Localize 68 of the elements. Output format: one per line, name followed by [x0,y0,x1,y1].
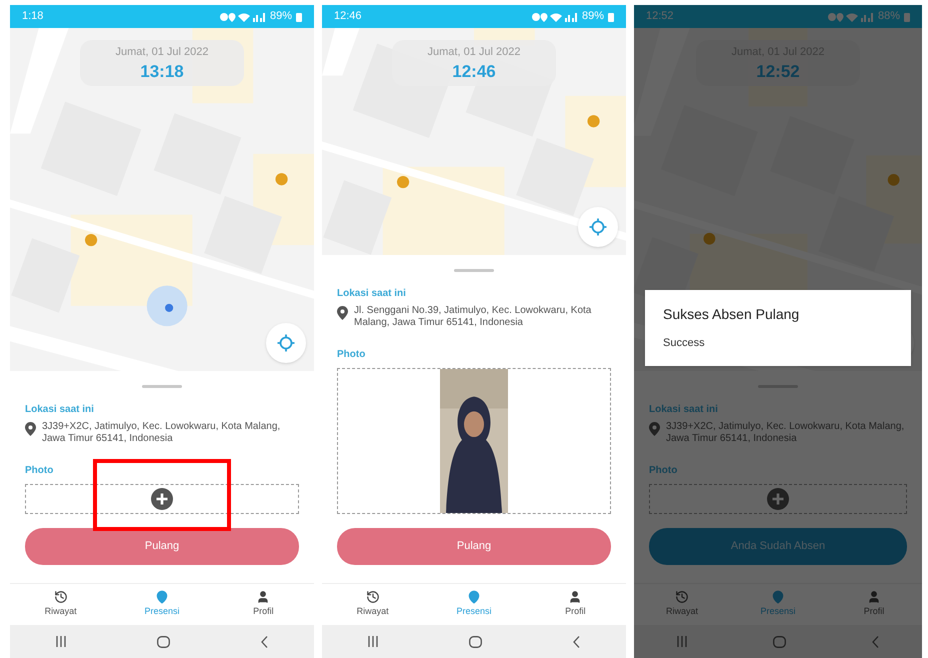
back-icon[interactable] [573,636,580,648]
status-time: 1:18 [22,9,44,24]
nav-tab[interactable]: Presensi [423,584,525,625]
crosshair-icon [277,334,295,352]
back-icon[interactable] [261,636,268,648]
address-text: Jl. Senggani No.39, Jatimulyo, Kec. Lowokwaru, Kota Malang, Jawa Timur 65141, Indonesia [354,305,592,329]
status-time: 12:46 [334,9,362,24]
nav-tab[interactable]: Profil [212,584,314,625]
photo-upload-area[interactable] [337,368,611,514]
add-photo-icon [151,488,173,510]
history-icon [675,590,689,604]
user-icon [568,590,582,604]
nav-tab[interactable]: Riwayat [634,584,730,625]
crosshair-icon [589,218,607,236]
history-icon [54,590,68,604]
nav-tab[interactable]: Presensi [730,584,826,625]
nav-tab[interactable]: Profil [524,584,626,625]
date-label: Jumat, 01 Jul 2022 [116,45,208,60]
section-label: Lokasi saat ini [337,287,407,301]
section-label: Photo [25,464,54,478]
battery-icon [296,12,302,22]
sheet-handle [454,269,494,272]
dialog-message: Success [663,336,706,351]
home-icon[interactable] [156,636,170,648]
nav-tab[interactable]: Profil [826,584,922,625]
section-label: Photo [337,348,366,362]
submit-button[interactable]: Pulang [337,528,611,565]
status-icons-drawing [220,12,266,22]
recent-apps-icon[interactable] [56,636,66,647]
date-label: Jumat, 01 Jul 2022 [428,45,520,60]
history-icon [366,590,380,604]
location-pin-icon [649,422,660,436]
sheet-handle [142,385,182,388]
photo-upload-area[interactable] [25,484,299,514]
dialog-title: Sukses Absen Pulang [663,305,800,324]
location-pin-icon [25,422,36,436]
address-text: 3J39+X2C, Jatimulyo, Kec. Lowokwaru, Kota Malang, Jawa Timur 65141, Indonesia [666,421,906,445]
address-text: 3J39+X2C, Jatimulyo, Kec. Lowokwaru, Kota Malang, Jawa Timur 65141, Indonesia [42,421,282,445]
recent-apps-icon[interactable] [368,636,378,647]
battery-icon [608,12,614,22]
clock-time: 12:46 [452,60,496,82]
nav-tab[interactable]: Presensi [111,584,213,625]
clock-time: 13:18 [140,60,184,82]
back-icon[interactable] [872,636,879,648]
recent-apps-icon[interactable] [677,636,687,647]
clock-time: 12:52 [756,60,800,82]
battery-level: 88% [878,9,900,24]
map-pin-icon [154,590,169,604]
location-pin-icon [337,306,348,320]
user-icon [867,590,881,604]
nav-tab[interactable]: Riwayat [322,584,424,625]
section-label: Photo [649,464,678,478]
status-icons-drawing [828,12,874,22]
home-icon[interactable] [773,636,786,648]
map-pin-icon [771,590,785,604]
battery-icon [904,12,910,22]
submit-button[interactable]: Pulang [25,528,299,565]
home-icon[interactable] [468,636,482,648]
nav-tab[interactable]: Riwayat [10,584,112,625]
section-label: Lokasi saat ini [25,403,95,417]
status-icons-drawing [532,12,578,22]
section-label: Lokasi saat ini [649,403,719,417]
user-icon [256,590,270,604]
battery-level: 89% [582,9,604,24]
map-pin-icon [466,590,481,604]
battery-level: 89% [270,9,292,24]
add-photo-icon [767,488,789,510]
status-time: 12:52 [646,9,674,24]
